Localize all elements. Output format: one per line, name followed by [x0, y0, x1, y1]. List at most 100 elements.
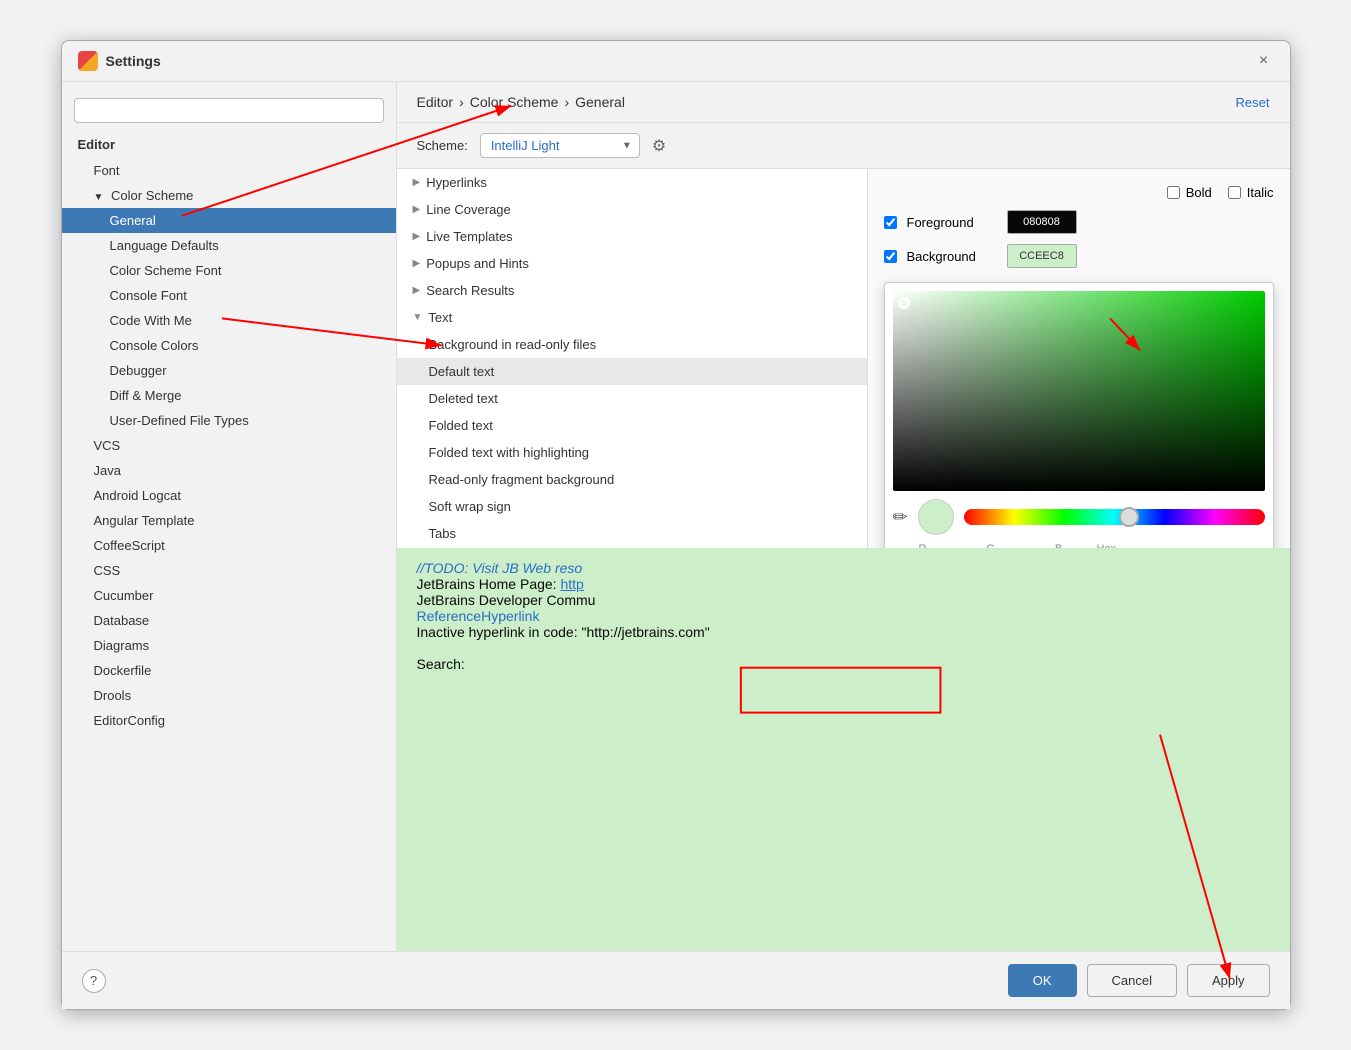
sidebar-item-drools-label: Drools [94, 688, 132, 703]
preview-line5: Inactive hyperlink in code: "http://jetb… [417, 624, 1270, 640]
sidebar-item-general[interactable]: General [62, 208, 396, 233]
list-item-popups[interactable]: ▶ Popups and Hints [397, 250, 867, 277]
list-item-soft-wrap[interactable]: Soft wrap sign [397, 493, 867, 520]
rgb-row: R G B Hex [893, 543, 1265, 548]
arrow-icon: ▶ [413, 177, 421, 188]
color-gradient-box[interactable] [893, 291, 1265, 491]
search-input[interactable] [83, 103, 375, 118]
italic-checkbox[interactable] [1228, 186, 1241, 199]
list-item-search-results[interactable]: ▶ Search Results [397, 277, 867, 304]
sidebar-item-code-with-me-label: Code With Me [110, 313, 192, 328]
list-item-text[interactable]: ▼ Text [397, 304, 867, 331]
scheme-select[interactable]: IntelliJ Light [480, 133, 640, 158]
sidebar-item-dockerfile-label: Dockerfile [94, 663, 152, 678]
breadcrumb: Editor › Color Scheme › General [417, 94, 625, 110]
right-panel: Bold Italic Foreground 080808 [868, 169, 1290, 548]
title-bar: Settings × [62, 41, 1290, 82]
reset-button[interactable]: Reset [1236, 95, 1270, 110]
dialog-footer: ? OK Cancel Apply [62, 951, 1290, 1009]
help-button[interactable]: ? [82, 969, 106, 993]
list-item-live-templates-label: Live Templates [426, 229, 512, 244]
eyedropper-button[interactable]: ✏ [893, 507, 908, 528]
b-field: B [1029, 543, 1089, 548]
close-button[interactable]: × [1254, 51, 1274, 71]
sidebar-item-user-defined[interactable]: User-Defined File Types [62, 408, 396, 433]
gear-button[interactable]: ⚙ [652, 136, 666, 156]
sidebar-item-css[interactable]: CSS [62, 558, 396, 583]
sidebar-item-android-logcat[interactable]: Android Logcat [62, 483, 396, 508]
left-panel: ▶ Hyperlinks ▶ Line Coverage ▶ Live Temp… [397, 169, 868, 548]
sidebar-item-language-defaults[interactable]: Language Defaults [62, 233, 396, 258]
sidebar-item-debugger[interactable]: Debugger [62, 358, 396, 383]
sidebar-item-color-scheme-font[interactable]: Color Scheme Font [62, 258, 396, 283]
list-item-tabs-label: Tabs [429, 526, 456, 541]
arrow-icon: ▶ [413, 285, 421, 296]
list-item-folded-text-highlighting[interactable]: Folded text with highlighting [397, 439, 867, 466]
list-item-search-results-label: Search Results [426, 283, 514, 298]
list-item-folded-text[interactable]: Folded text [397, 412, 867, 439]
bold-italic-row: Bold Italic [884, 185, 1274, 200]
italic-checkbox-label[interactable]: Italic [1228, 185, 1274, 200]
background-swatch[interactable]: CCEEC8 [1007, 244, 1077, 268]
sidebar-item-editorconfig[interactable]: EditorConfig [62, 708, 396, 733]
scheme-select-wrapper: IntelliJ Light ▼ [480, 133, 640, 158]
list-item-live-templates[interactable]: ▶ Live Templates [397, 223, 867, 250]
bold-label: Bold [1186, 185, 1212, 200]
g-field: G [961, 543, 1021, 548]
background-checkbox[interactable] [884, 250, 897, 263]
apply-button[interactable]: Apply [1187, 964, 1270, 997]
list-item-readonly-fragment-label: Read-only fragment background [429, 472, 615, 487]
sidebar-item-font[interactable]: Font [62, 158, 396, 183]
foreground-swatch[interactable]: 080808 [1007, 210, 1077, 234]
color-indicator [898, 297, 910, 309]
sidebar-item-console-colors-label: Console Colors [110, 338, 199, 353]
bold-checkbox-label[interactable]: Bold [1167, 185, 1212, 200]
sidebar-item-cucumber[interactable]: Cucumber [62, 583, 396, 608]
foreground-checkbox[interactable] [884, 216, 897, 229]
sidebar-item-editorconfig-label: EditorConfig [94, 713, 166, 728]
sidebar-item-console-colors[interactable]: Console Colors [62, 333, 396, 358]
sidebar: Editor Font ▼ Color Scheme General Langu… [62, 82, 397, 951]
sidebar-item-diff-merge[interactable]: Diff & Merge [62, 383, 396, 408]
list-item-default-text-label: Default text [429, 364, 495, 379]
background-row: Background CCEEC8 [884, 244, 1274, 268]
sidebar-section-editor[interactable]: Editor [62, 131, 396, 158]
list-item-hyperlinks-label: Hyperlinks [426, 175, 487, 190]
sidebar-item-diagrams[interactable]: Diagrams [62, 633, 396, 658]
breadcrumb-sep1: › [459, 94, 464, 110]
list-item-hyperlinks[interactable]: ▶ Hyperlinks [397, 169, 867, 196]
hue-slider[interactable] [964, 509, 1265, 525]
sidebar-item-java-label: Java [94, 463, 121, 478]
sidebar-item-console-font[interactable]: Console Font [62, 283, 396, 308]
list-item-bg-readonly[interactable]: Background in read-only files [397, 331, 867, 358]
sidebar-item-coffeescript[interactable]: CoffeeScript [62, 533, 396, 558]
scheme-row: Scheme: IntelliJ Light ▼ ⚙ [397, 123, 1290, 169]
list-item-soft-wrap-label: Soft wrap sign [429, 499, 511, 514]
sidebar-item-coffeescript-label: CoffeeScript [94, 538, 165, 553]
ok-button[interactable]: OK [1008, 964, 1077, 997]
sidebar-item-dockerfile[interactable]: Dockerfile [62, 658, 396, 683]
footer-buttons: OK Cancel Apply [1008, 964, 1270, 997]
arrow-icon: ▶ [413, 204, 421, 215]
list-item-line-coverage[interactable]: ▶ Line Coverage [397, 196, 867, 223]
list-item-readonly-fragment[interactable]: Read-only fragment background [397, 466, 867, 493]
sidebar-item-database[interactable]: Database [62, 608, 396, 633]
hex-field: Hex [1097, 543, 1265, 548]
hex-label: Hex [1097, 543, 1265, 548]
hue-thumb[interactable] [1119, 507, 1139, 527]
sidebar-item-angular[interactable]: Angular Template [62, 508, 396, 533]
sidebar-item-drools[interactable]: Drools [62, 683, 396, 708]
preview-line7: Search: [417, 656, 1270, 672]
sidebar-item-java[interactable]: Java [62, 458, 396, 483]
sidebar-item-code-with-me[interactable]: Code With Me [62, 308, 396, 333]
sidebar-item-vcs[interactable]: VCS [62, 433, 396, 458]
dialog-body: Editor Font ▼ Color Scheme General Langu… [62, 82, 1290, 951]
preview-area: //TODO: Visit JB Web reso JetBrains Home… [397, 548, 1290, 951]
list-item-deleted-text[interactable]: Deleted text [397, 385, 867, 412]
list-item-tabs[interactable]: Tabs [397, 520, 867, 547]
list-item-default-text[interactable]: Default text [397, 358, 867, 385]
sidebar-item-user-defined-label: User-Defined File Types [110, 413, 249, 428]
sidebar-item-color-scheme[interactable]: ▼ Color Scheme [62, 183, 396, 208]
cancel-button[interactable]: Cancel [1087, 964, 1177, 997]
bold-checkbox[interactable] [1167, 186, 1180, 199]
